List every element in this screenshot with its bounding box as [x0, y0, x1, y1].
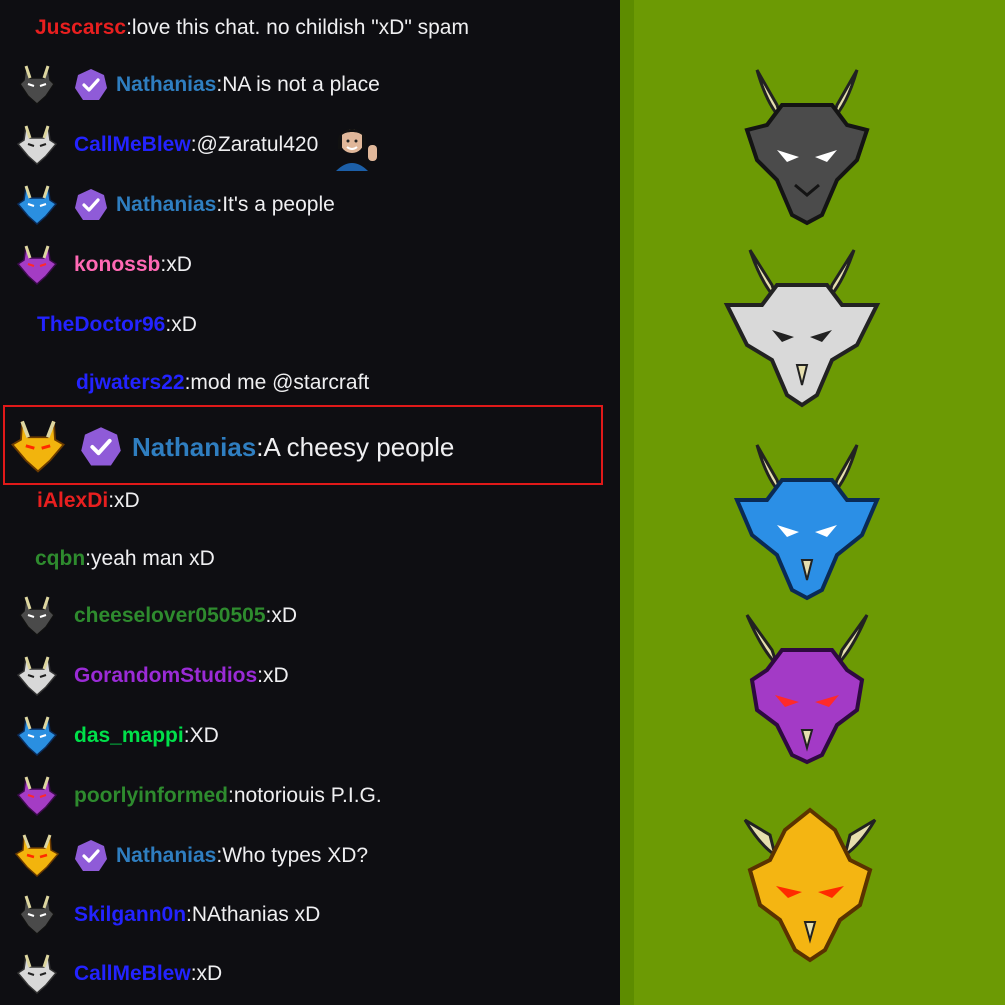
- chat-message: poorlyinformed: notoriouis P.I.G.: [14, 773, 382, 819]
- chat-text: xD: [171, 313, 197, 336]
- chat-text: It's a people: [222, 193, 335, 216]
- chat-username[interactable]: cqbn: [35, 547, 85, 571]
- chat-username[interactable]: cheeselover050505: [74, 604, 266, 628]
- chat-message: TheDoctor96: xD: [37, 305, 197, 345]
- chat-text: xD: [263, 664, 289, 687]
- white-dragon-avatar-icon: [14, 951, 60, 997]
- chat-username[interactable]: CallMeBlew: [74, 133, 191, 157]
- chat-text: mod me @starcraft: [190, 371, 370, 394]
- purple-dragon-emote-icon: [727, 610, 887, 775]
- blue-dragon-avatar-icon: [14, 713, 60, 759]
- chat-text: XD: [189, 724, 219, 747]
- chat-message: GorandomStudios: xD: [14, 653, 289, 699]
- blue-dragon-emote-icon: [727, 440, 887, 605]
- chat-colon: :: [256, 431, 264, 462]
- chat-message: Skilgann0n: NAthanias xD: [14, 892, 321, 938]
- verified-badge-icon: [80, 426, 122, 468]
- purple-dragon-avatar-icon: [14, 773, 60, 819]
- gold-dragon-avatar-icon: [10, 419, 66, 475]
- chat-message: Nathanias: Who types XD?: [14, 833, 369, 879]
- chat-username[interactable]: konossb: [74, 253, 160, 277]
- verified-badge-icon: [74, 188, 108, 222]
- chat-message: CallMeBlew: xD: [14, 951, 223, 997]
- black-dragon-avatar-icon: [14, 892, 60, 938]
- chat-username[interactable]: Nathanias: [116, 193, 216, 217]
- chat-text: A cheesy people: [263, 431, 455, 462]
- chat-panel: Juscarsc: love this chat. no childish "x…: [0, 0, 620, 1005]
- chat-username[interactable]: Skilgann0n: [74, 903, 186, 927]
- chat-text: NA is not a place: [222, 73, 380, 96]
- blue-dragon-avatar-icon: [14, 182, 60, 228]
- chat-username[interactable]: Nathanias: [132, 432, 256, 463]
- chat-message: Juscarsc: love this chat. no childish "x…: [35, 8, 469, 48]
- chat-text: love this chat. no childish "xD" spam: [131, 16, 469, 39]
- chat-message-highlighted: Nathanias: A cheesy people: [10, 417, 454, 477]
- waving-person-emote-icon: [328, 119, 380, 171]
- chat-username[interactable]: iAlexDi: [37, 489, 108, 513]
- purple-dragon-avatar-icon: [14, 242, 60, 288]
- white-dragon-avatar-icon: [14, 122, 60, 168]
- stream-screen: Juscarsc: love this chat. no childish "x…: [0, 0, 1005, 1005]
- chat-message: iAlexDi: xD: [37, 481, 140, 521]
- chat-text: NAthanias xD: [191, 903, 321, 926]
- chat-text: notoriouis P.I.G.: [233, 784, 382, 807]
- white-dragon-emote-icon: [722, 245, 892, 410]
- chat-text: xD: [271, 604, 298, 627]
- chat-text: yeah man xD: [91, 547, 215, 570]
- chat-message: konossb: xD: [14, 242, 192, 288]
- chat-username[interactable]: GorandomStudios: [74, 664, 257, 688]
- chat-username[interactable]: poorlyinformed: [74, 784, 228, 808]
- black-dragon-emote-icon: [727, 65, 887, 230]
- chat-username[interactable]: Nathanias: [116, 844, 216, 868]
- black-dragon-avatar-icon: [14, 62, 60, 108]
- chat-text: xD: [114, 489, 140, 512]
- chat-username[interactable]: Juscarsc: [35, 16, 126, 40]
- chat-message: Nathanias: It's a people: [14, 182, 335, 228]
- gold-dragon-avatar-icon: [14, 833, 60, 879]
- chat-username[interactable]: das_mappi: [74, 724, 184, 748]
- chat-text: xD: [196, 962, 223, 985]
- chat-message: Nathanias: NA is not a place: [14, 62, 380, 108]
- chat-message: CallMeBlew: @Zaratul420: [14, 122, 380, 171]
- chat-text: @Zaratul420: [196, 133, 319, 156]
- chat-username[interactable]: CallMeBlew: [74, 962, 191, 986]
- chat-username[interactable]: TheDoctor96: [37, 313, 165, 337]
- chat-message: djwaters22: mod me @starcraft: [76, 363, 369, 403]
- chat-text: Who types XD?: [222, 844, 369, 867]
- chat-message: cqbn: yeah man xD: [35, 539, 215, 579]
- chat-text: xD: [166, 253, 192, 276]
- verified-badge-icon: [74, 839, 108, 873]
- white-dragon-avatar-icon: [14, 653, 60, 699]
- chat-username[interactable]: djwaters22: [76, 371, 185, 395]
- gold-dragon-emote-icon: [730, 800, 880, 965]
- panel-divider: [620, 0, 634, 1005]
- verified-badge-icon: [74, 68, 108, 102]
- chat-message: cheeselover050505: xD: [14, 593, 298, 639]
- chat-username[interactable]: Nathanias: [116, 73, 216, 97]
- chat-message: das_mappi: XD: [14, 713, 219, 759]
- black-dragon-avatar-icon: [14, 593, 60, 639]
